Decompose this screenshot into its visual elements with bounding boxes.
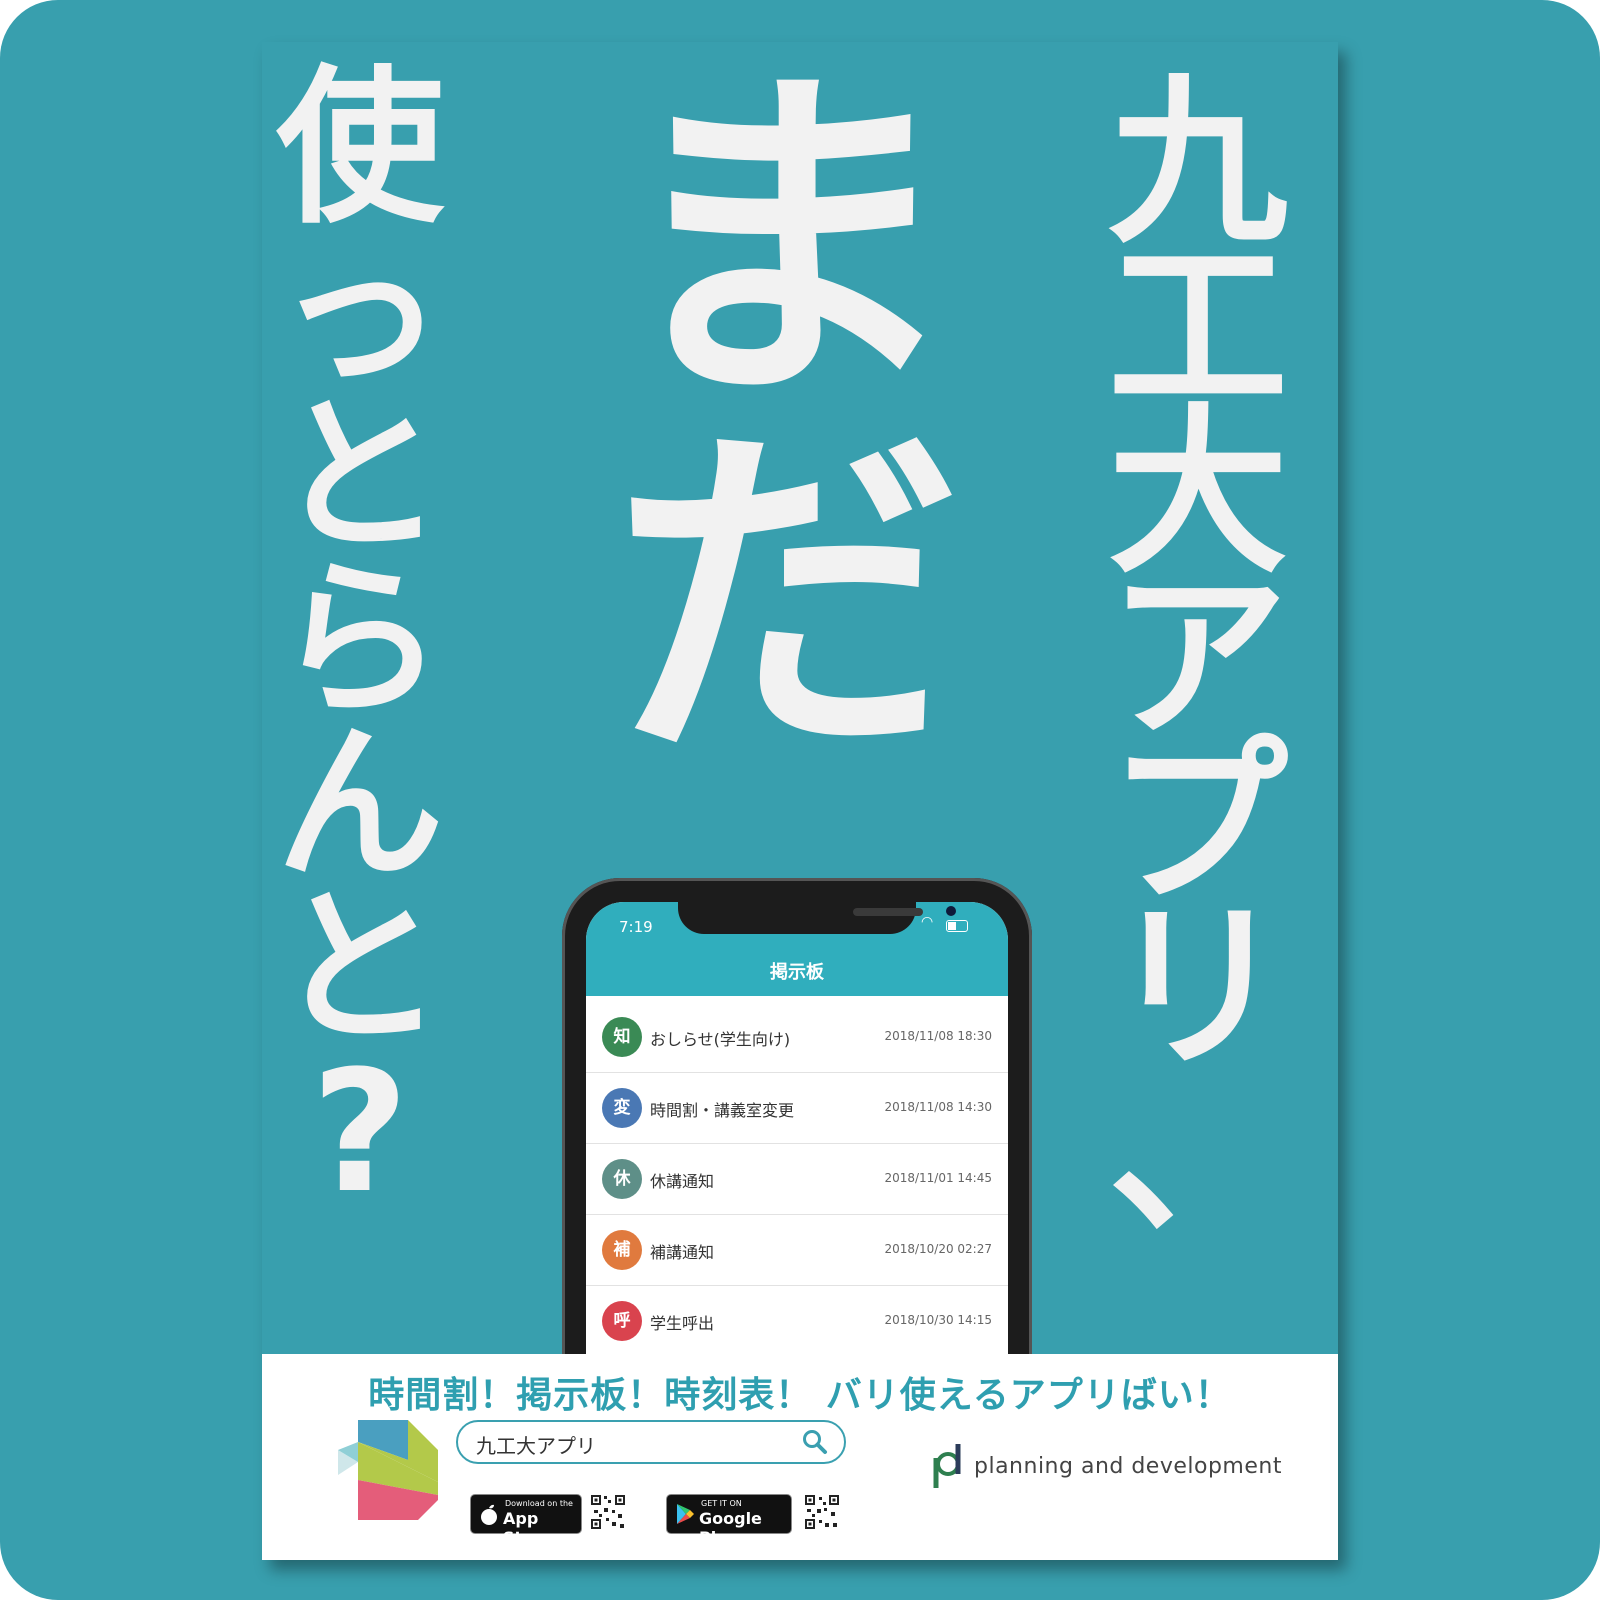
headline-char: 大 xyxy=(1107,389,1288,598)
headline-char: ア xyxy=(1107,554,1288,763)
item-date: 2018/11/08 18:30 xyxy=(884,1029,992,1043)
category-badge: 呼 xyxy=(602,1301,642,1341)
qr-code-icon xyxy=(804,1494,840,1530)
category-badge: 知 xyxy=(602,1017,642,1057)
app-store-small-text: Download on the xyxy=(505,1499,573,1508)
search-icon[interactable] xyxy=(802,1429,828,1455)
bottom-panel: 時間割！掲示板！時刻表！ バリ使えるアプリばい！ 九工大アプリ Download… xyxy=(262,1354,1338,1560)
wifi-icon: ◠ xyxy=(921,914,934,930)
headline-left-column: 使 っ と ら ん と ? xyxy=(270,50,450,1230)
tagline: 時間割！掲示板！時刻表！ バリ使えるアプリばい！ xyxy=(368,1375,1232,1416)
app-logo-icon xyxy=(338,1420,438,1520)
headline-char: プ xyxy=(1107,719,1288,928)
list-item[interactable]: 呼 学生呼出 2018/10/30 14:15 xyxy=(586,1286,1008,1357)
headline-char: と xyxy=(276,870,444,1066)
app-header: 7:19 ◠ 掲示板 xyxy=(586,902,1008,996)
item-date: 2018/10/30 14:15 xyxy=(884,1313,992,1327)
headline-char: 九 xyxy=(1107,59,1288,268)
headline-middle-column: ま だ xyxy=(602,67,972,777)
phone-notch xyxy=(678,902,956,934)
headline-char: ん xyxy=(276,706,444,902)
headline-char: 使 xyxy=(276,50,444,246)
google-play-small-text: GET IT ON xyxy=(701,1499,742,1508)
item-title: 補講通知 xyxy=(650,1243,715,1262)
headline-char: だ xyxy=(612,393,962,801)
list-item[interactable]: 知 おしらせ(学生向け) 2018/11/08 18:30 xyxy=(586,1002,1008,1073)
item-date: 2018/11/01 14:45 xyxy=(884,1171,992,1185)
apple-icon xyxy=(481,1504,497,1525)
search-input[interactable]: 九工大アプリ xyxy=(476,1430,596,1459)
headline-char: リ xyxy=(1107,884,1288,1093)
google-play-icon xyxy=(677,1504,694,1524)
category-badge: 休 xyxy=(602,1159,642,1199)
headline-char: っ xyxy=(276,214,444,410)
item-title: 学生呼出 xyxy=(650,1314,715,1333)
headline-char: と xyxy=(276,378,444,574)
app-store-label: App Store xyxy=(503,1509,552,1547)
qr-code-icon xyxy=(590,1494,626,1530)
item-date: 2018/11/08 14:30 xyxy=(884,1100,992,1114)
bulletin-list: 知 おしらせ(学生向け) 2018/11/08 18:30 変 時間割・講義室変… xyxy=(586,1002,1008,1357)
company-logo-icon xyxy=(933,1444,961,1488)
status-time: 7:19 xyxy=(619,918,653,936)
category-badge: 補 xyxy=(602,1230,642,1270)
item-title: 休講通知 xyxy=(650,1172,715,1191)
list-item[interactable]: 変 時間割・講義室変更 2018/11/08 14:30 xyxy=(586,1073,1008,1144)
screen-title: 掲示板 xyxy=(770,962,824,983)
google-play-badge[interactable]: GET IT ON Google Play xyxy=(666,1494,792,1547)
battery-icon xyxy=(946,920,968,932)
item-title: 時間割・講義室変更 xyxy=(650,1101,795,1120)
list-item[interactable]: 休 休講通知 2018/11/01 14:45 xyxy=(586,1144,1008,1215)
google-play-label: Google Play xyxy=(699,1509,762,1547)
headline-right-column: 九 工 大 ア プ リ 、 xyxy=(1098,59,1298,1258)
headline-char: ら xyxy=(276,542,444,738)
poster: 使 っ と ら ん と ? ま だ 九 工 大 ア プ リ 、 7:19 ◠ 掲… xyxy=(262,42,1338,1560)
item-date: 2018/10/20 02:27 xyxy=(884,1242,992,1256)
camera-icon xyxy=(946,906,956,916)
speaker-grille xyxy=(853,908,923,916)
headline-char: ま xyxy=(612,42,962,446)
list-item[interactable]: 補 補講通知 2018/10/20 02:27 xyxy=(586,1215,1008,1286)
headline-char: 工 xyxy=(1107,224,1288,433)
company-name: planning and development xyxy=(974,1454,1282,1479)
headline-char: ? xyxy=(311,1034,409,1230)
headline-char: 、 xyxy=(1107,1049,1288,1258)
category-badge: 変 xyxy=(602,1088,642,1128)
app-store-badge[interactable]: Download on the App Store xyxy=(470,1494,582,1547)
search-box[interactable]: 九工大アプリ xyxy=(456,1420,846,1464)
item-title: おしらせ(学生向け) xyxy=(650,1030,791,1049)
